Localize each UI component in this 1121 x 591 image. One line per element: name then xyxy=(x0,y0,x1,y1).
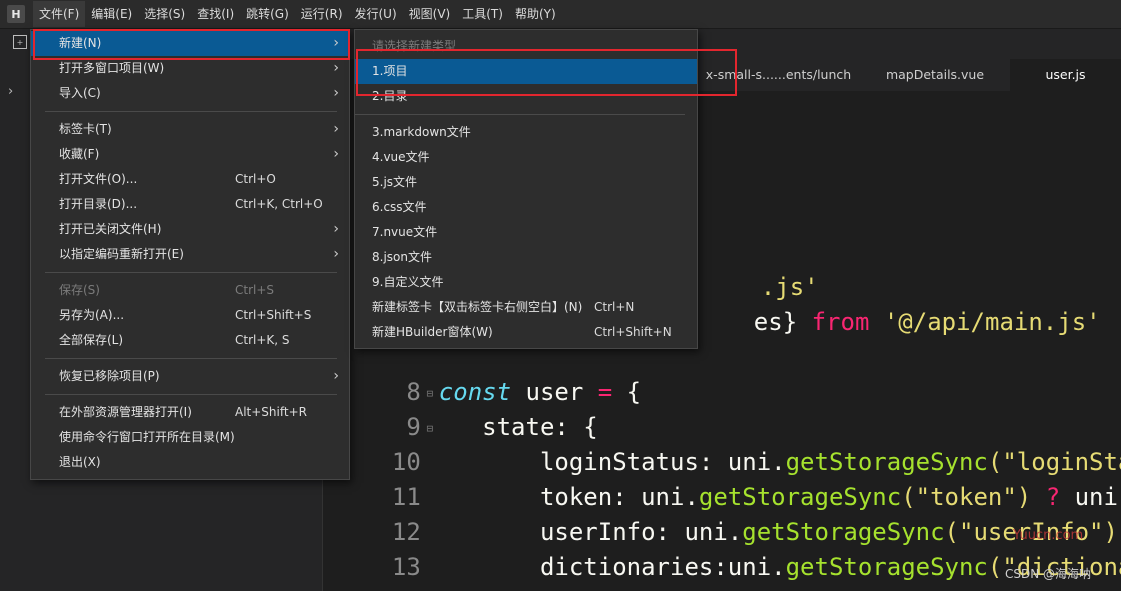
menu-divider xyxy=(45,358,337,359)
menu-divider xyxy=(45,394,337,395)
submenu-item-custom[interactable]: 9.自定义文件 xyxy=(355,270,697,295)
tab-user-js[interactable]: user.js xyxy=(1010,59,1121,91)
menu-publish[interactable]: 发行(U) xyxy=(349,1,403,27)
submenu-item-new-window[interactable]: 新建HBuilder窗体(W) Ctrl+Shift+N xyxy=(355,320,697,345)
menu-tools[interactable]: 工具(T) xyxy=(456,1,509,27)
menu-find[interactable]: 查找(I) xyxy=(191,1,240,27)
code-line-14: 14 }, xyxy=(323,550,511,591)
menu-run[interactable]: 运行(R) xyxy=(295,1,349,27)
tab-mapdetails[interactable]: mapDetails.vue xyxy=(860,59,1010,91)
submenu-item-markdown[interactable]: 3.markdown文件 xyxy=(355,120,697,145)
submenu-item-json[interactable]: 8.json文件 xyxy=(355,245,697,270)
annotation-box-project xyxy=(356,49,737,96)
menu-item-open-in-terminal[interactable]: 使用命令行窗口打开所在目录(M) xyxy=(31,425,349,450)
chevron-right-icon: › xyxy=(333,85,339,101)
watermark: CSDN @海海呐 xyxy=(1005,567,1092,581)
menu-item-save[interactable]: 保存(S) Ctrl+S xyxy=(31,278,349,303)
menu-bar: H 文件(F) 编辑(E) 选择(S) 查找(I) 跳转(G) 运行(R) 发行… xyxy=(0,0,1121,29)
chevron-right-icon: › xyxy=(333,221,339,237)
menu-help[interactable]: 帮助(Y) xyxy=(509,1,562,27)
submenu-item-vue[interactable]: 4.vue文件 xyxy=(355,145,697,170)
menu-divider xyxy=(355,114,685,115)
menu-divider xyxy=(45,272,337,273)
file-menu-dropdown: 新建(N) › 打开多窗口项目(W) › 导入(C) › 标签卡(T) › 收藏(F) ›… xyxy=(30,29,350,480)
menu-item-favorites[interactable]: 收藏(F) › xyxy=(31,142,349,167)
menu-item-save-all[interactable]: 全部保存(L) Ctrl+K, S xyxy=(31,328,349,353)
menu-item-open-closed-file[interactable]: 打开已关闭文件(H) › xyxy=(31,217,349,242)
menu-goto[interactable]: 跳转(G) xyxy=(240,1,295,27)
menu-item-open-in-explorer[interactable]: 在外部资源管理器打开(I) Alt+Shift+R xyxy=(31,400,349,425)
code-line-12: 12 userInfo: uni.getStorageSync("userInf… xyxy=(391,518,1118,546)
menu-item-open-directory[interactable]: 打开目录(D)... Ctrl+K, Ctrl+O xyxy=(31,192,349,217)
menu-item-import[interactable]: 导入(C) › xyxy=(31,81,349,106)
code-line-10: 10 loginStatus: uni.getStorageSync("logi… xyxy=(391,448,1121,476)
menu-item-reopen-encoding[interactable]: 以指定编码重新打开(E) › xyxy=(31,242,349,267)
menu-item-tabs[interactable]: 标签卡(T) › xyxy=(31,117,349,142)
submenu-item-new-tab[interactable]: 新建标签卡【双击标签卡右侧空白】(N) Ctrl+N xyxy=(355,295,697,320)
menu-edit[interactable]: 编辑(E) xyxy=(85,1,138,27)
code-line-13: 13 dictionaries:uni.getStorageSync("dict… xyxy=(391,553,1121,581)
chevron-right-icon: › xyxy=(333,368,339,384)
code-line-11: 11 token: uni.getStorageSync("token") ? … xyxy=(391,483,1121,511)
chevron-right-icon: › xyxy=(333,246,339,262)
editor-tabbar: x-small-s......ents/lunch mapDetails.vue… xyxy=(697,59,1121,91)
submenu-item-nvue[interactable]: 7.nvue文件 xyxy=(355,220,697,245)
submenu-item-css[interactable]: 6.css文件 xyxy=(355,195,697,220)
chevron-right-icon: › xyxy=(333,121,339,137)
menu-item-exit[interactable]: 退出(X) xyxy=(31,450,349,475)
menu-view[interactable]: 视图(V) xyxy=(403,1,457,27)
code-fragment-import-1: .js' xyxy=(760,273,819,301)
code-fragment-import-2: es} from '@/api/main.js' xyxy=(753,308,1101,336)
new-file-icon[interactable]: + xyxy=(13,35,27,49)
menu-file[interactable]: 文件(F) xyxy=(33,1,86,27)
menu-item-save-as[interactable]: 另存为(A)... Ctrl+Shift+S xyxy=(31,303,349,328)
chevron-right-icon: › xyxy=(333,146,339,162)
code-line-9: 9 ⊟ state: { xyxy=(323,375,597,441)
menu-select[interactable]: 选择(S) xyxy=(138,1,191,27)
annotation-box-new xyxy=(33,29,350,60)
hbuilder-logo-icon: H xyxy=(7,5,25,23)
chevron-right-icon[interactable]: › xyxy=(8,84,13,99)
menu-divider xyxy=(45,111,337,112)
menu-item-restore-removed[interactable]: 恢复已移除项目(P) › xyxy=(31,364,349,389)
submenu-item-js[interactable]: 5.js文件 xyxy=(355,170,697,195)
watermark-site: Yuucn.com xyxy=(1013,528,1084,543)
menu-item-open-file[interactable]: 打开文件(O)... Ctrl+O xyxy=(31,167,349,192)
